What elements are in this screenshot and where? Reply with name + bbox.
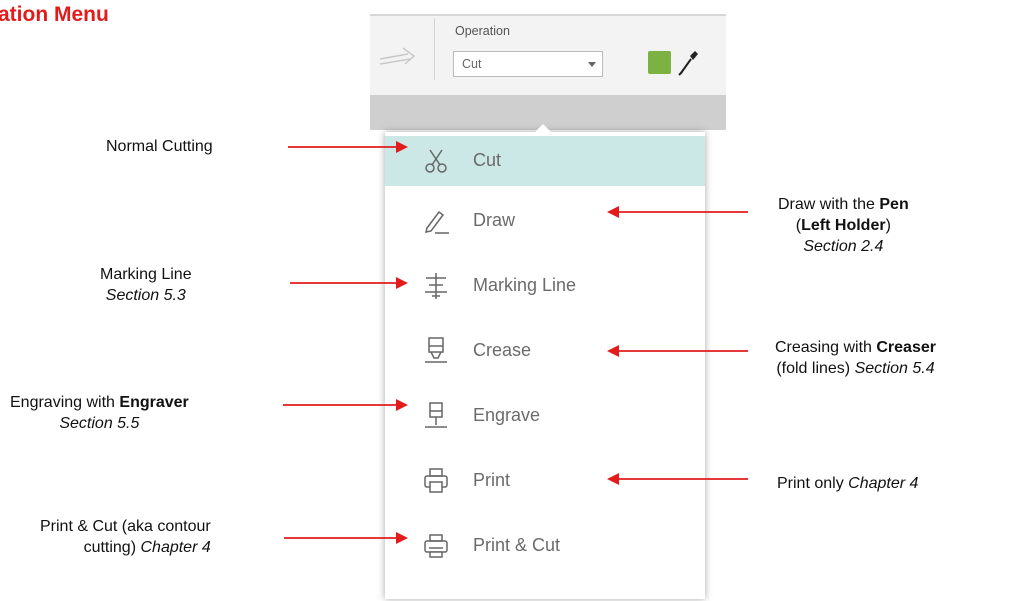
annotation-normal-cutting: Normal Cutting [106, 138, 213, 155]
annotation-draw: Draw with the Pen (Left Holder) Section … [778, 196, 909, 255]
menu-item-engrave[interactable]: Engrave [385, 391, 705, 441]
menu-item-crease[interactable]: Crease [385, 326, 705, 376]
annotation-marking-line: Marking Line Section 5.3 [100, 266, 192, 304]
annotation-creasing: Creasing with Creaser (fold lines) Secti… [775, 339, 936, 377]
menu-item-label: Cut [473, 150, 502, 170]
menu-item-label: Marking Line [473, 275, 577, 295]
menu-item-marking-line[interactable]: Marking Line [385, 261, 705, 311]
annotation-print-cut: Print & Cut (aka contour cutting) Chapte… [40, 518, 211, 556]
chevron-down-icon [588, 62, 596, 67]
page-title: ation Menu [0, 3, 109, 26]
creaser-icon [425, 337, 447, 363]
marking-line-icon [425, 273, 447, 299]
scissors-icon [425, 149, 447, 173]
operation-label: Operation [455, 24, 510, 38]
menu-item-label: Print & Cut [473, 535, 561, 555]
operation-select-value: Cut [462, 57, 482, 71]
toolbar-strip: Operation Cut [370, 0, 726, 130]
operation-select[interactable]: Cut [453, 51, 603, 77]
menu-pointer [534, 124, 552, 133]
menu-item-label: Draw [473, 210, 516, 230]
eyedropper-icon[interactable] [676, 48, 700, 76]
annotation-engraving: Engraving with Engraver Section 5.5 [10, 394, 189, 432]
operation-menu: Cut Draw Marking Line Crease Engrave Pri… [385, 132, 705, 599]
menu-item-label: Print [473, 470, 511, 490]
toolbar-top-bar [370, 0, 726, 16]
pen-icon [424, 210, 449, 234]
engraver-icon [425, 402, 447, 428]
redo-icon[interactable] [378, 40, 418, 70]
line-color-swatch[interactable] [648, 51, 671, 74]
menu-item-print[interactable]: Print [385, 456, 705, 506]
menu-item-label: Crease [473, 340, 532, 360]
annotation-print-only: Print only Chapter 4 [777, 475, 919, 492]
menu-item-draw[interactable]: Draw [385, 196, 705, 246]
printer-icon [424, 468, 448, 493]
print-cut-icon [424, 534, 448, 558]
menu-item-print-cut[interactable]: Print & Cut [385, 521, 705, 571]
menu-item-cut[interactable]: Cut [385, 136, 705, 186]
menu-item-label: Engrave [473, 405, 541, 425]
toolbar-separator [434, 18, 435, 80]
